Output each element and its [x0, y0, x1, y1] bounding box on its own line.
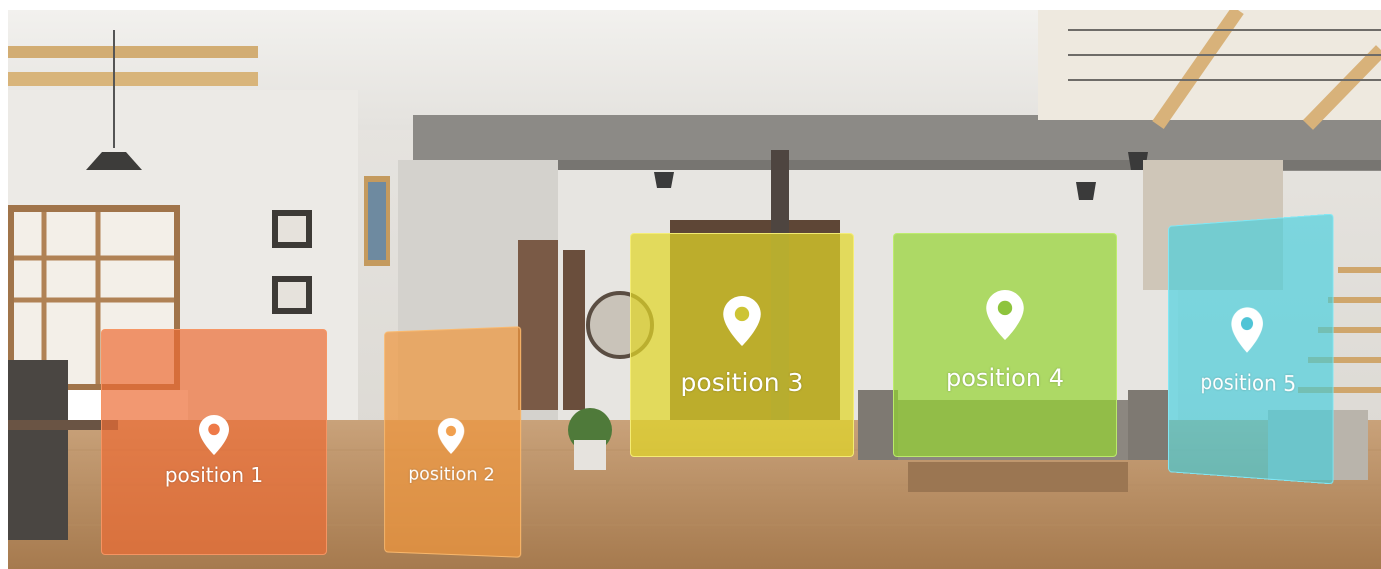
pin-icon	[1231, 306, 1263, 358]
position-panel-3[interactable]: position 3	[630, 233, 854, 457]
position-panel-4[interactable]: position 4	[893, 233, 1117, 457]
pin-icon	[723, 296, 761, 351]
position-label: position 3	[680, 368, 804, 397]
position-panel-5[interactable]: position 5	[1168, 213, 1334, 485]
position-label: position 2	[408, 463, 495, 486]
position-label: position 5	[1200, 370, 1297, 397]
position-panel-1[interactable]: position 1	[101, 329, 327, 555]
interior-scene: position 1 position 2 position 3 positio…	[8, 10, 1381, 569]
pin-icon	[986, 290, 1024, 345]
position-label: position 4	[946, 364, 1064, 392]
position-panel-2[interactable]: position 2	[384, 326, 522, 558]
position-label: position 1	[164, 463, 264, 487]
pin-icon	[437, 417, 465, 459]
pin-icon	[198, 415, 230, 460]
